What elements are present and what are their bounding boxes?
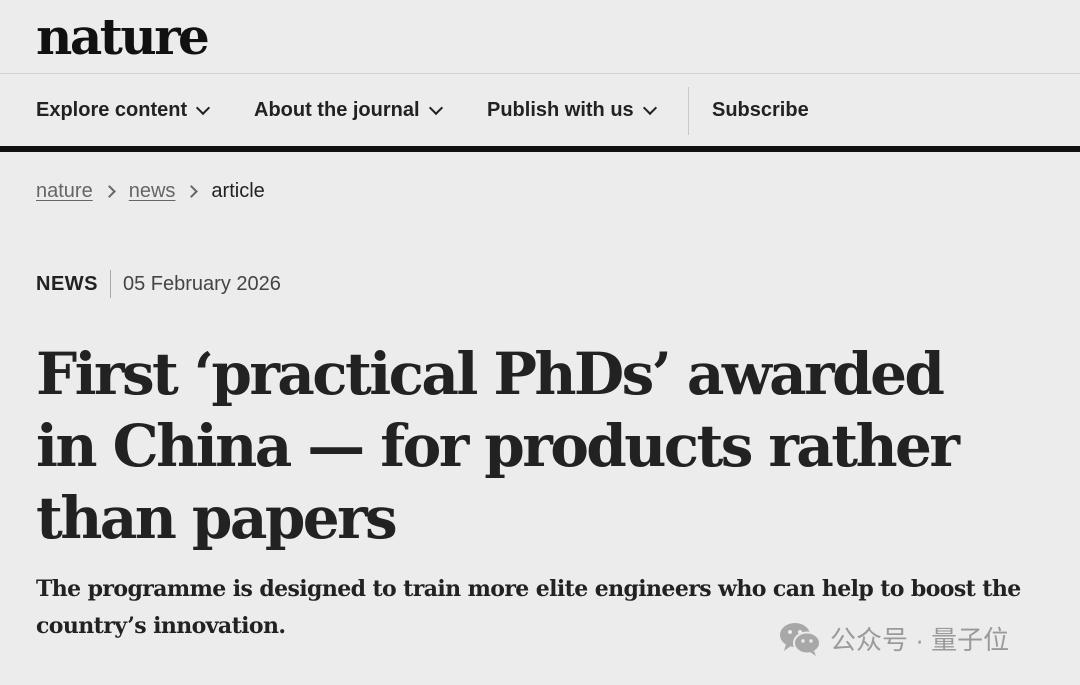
main-nav: Explore content About the journal Publis… xyxy=(0,74,1080,152)
nav-item-label: About the journal xyxy=(254,98,420,121)
meta-divider xyxy=(110,270,111,298)
breadcrumb: nature news article xyxy=(36,176,265,206)
breadcrumb-link-nature[interactable]: nature xyxy=(36,180,93,203)
wechat-watermark: 公众号 · 量子位 xyxy=(778,620,1009,657)
nav-explore-content[interactable]: Explore content xyxy=(36,74,211,146)
article-meta: NEWS 05 February 2026 xyxy=(36,268,281,300)
subscribe-link[interactable]: Subscribe xyxy=(712,74,809,146)
wechat-icon xyxy=(780,622,821,656)
chevron-right-icon xyxy=(185,184,199,198)
chevron-down-icon xyxy=(196,100,211,115)
nav-publish-with-us[interactable]: Publish with us xyxy=(487,74,657,146)
page: nature Explore content About the journal… xyxy=(0,0,1080,685)
breadcrumb-current: article xyxy=(211,179,265,202)
chevron-down-icon xyxy=(642,100,657,115)
site-header: nature xyxy=(0,0,1080,74)
article-type: NEWS xyxy=(36,272,98,295)
watermark-text: 公众号 · 量子位 xyxy=(830,625,1010,655)
article-title: First ‘practical PhDs’ awarded in China … xyxy=(36,340,960,552)
article-date: 05 February 2026 xyxy=(123,272,281,295)
nav-item-label: Explore content xyxy=(36,98,188,121)
nav-item-label: Publish with us xyxy=(487,98,634,121)
nav-about-journal[interactable]: About the journal xyxy=(254,74,443,146)
nature-logo[interactable]: nature xyxy=(36,6,210,68)
chevron-down-icon xyxy=(428,100,443,115)
nav-divider xyxy=(688,87,689,135)
breadcrumb-link-news[interactable]: news xyxy=(129,180,176,203)
chevron-right-icon xyxy=(102,184,116,198)
